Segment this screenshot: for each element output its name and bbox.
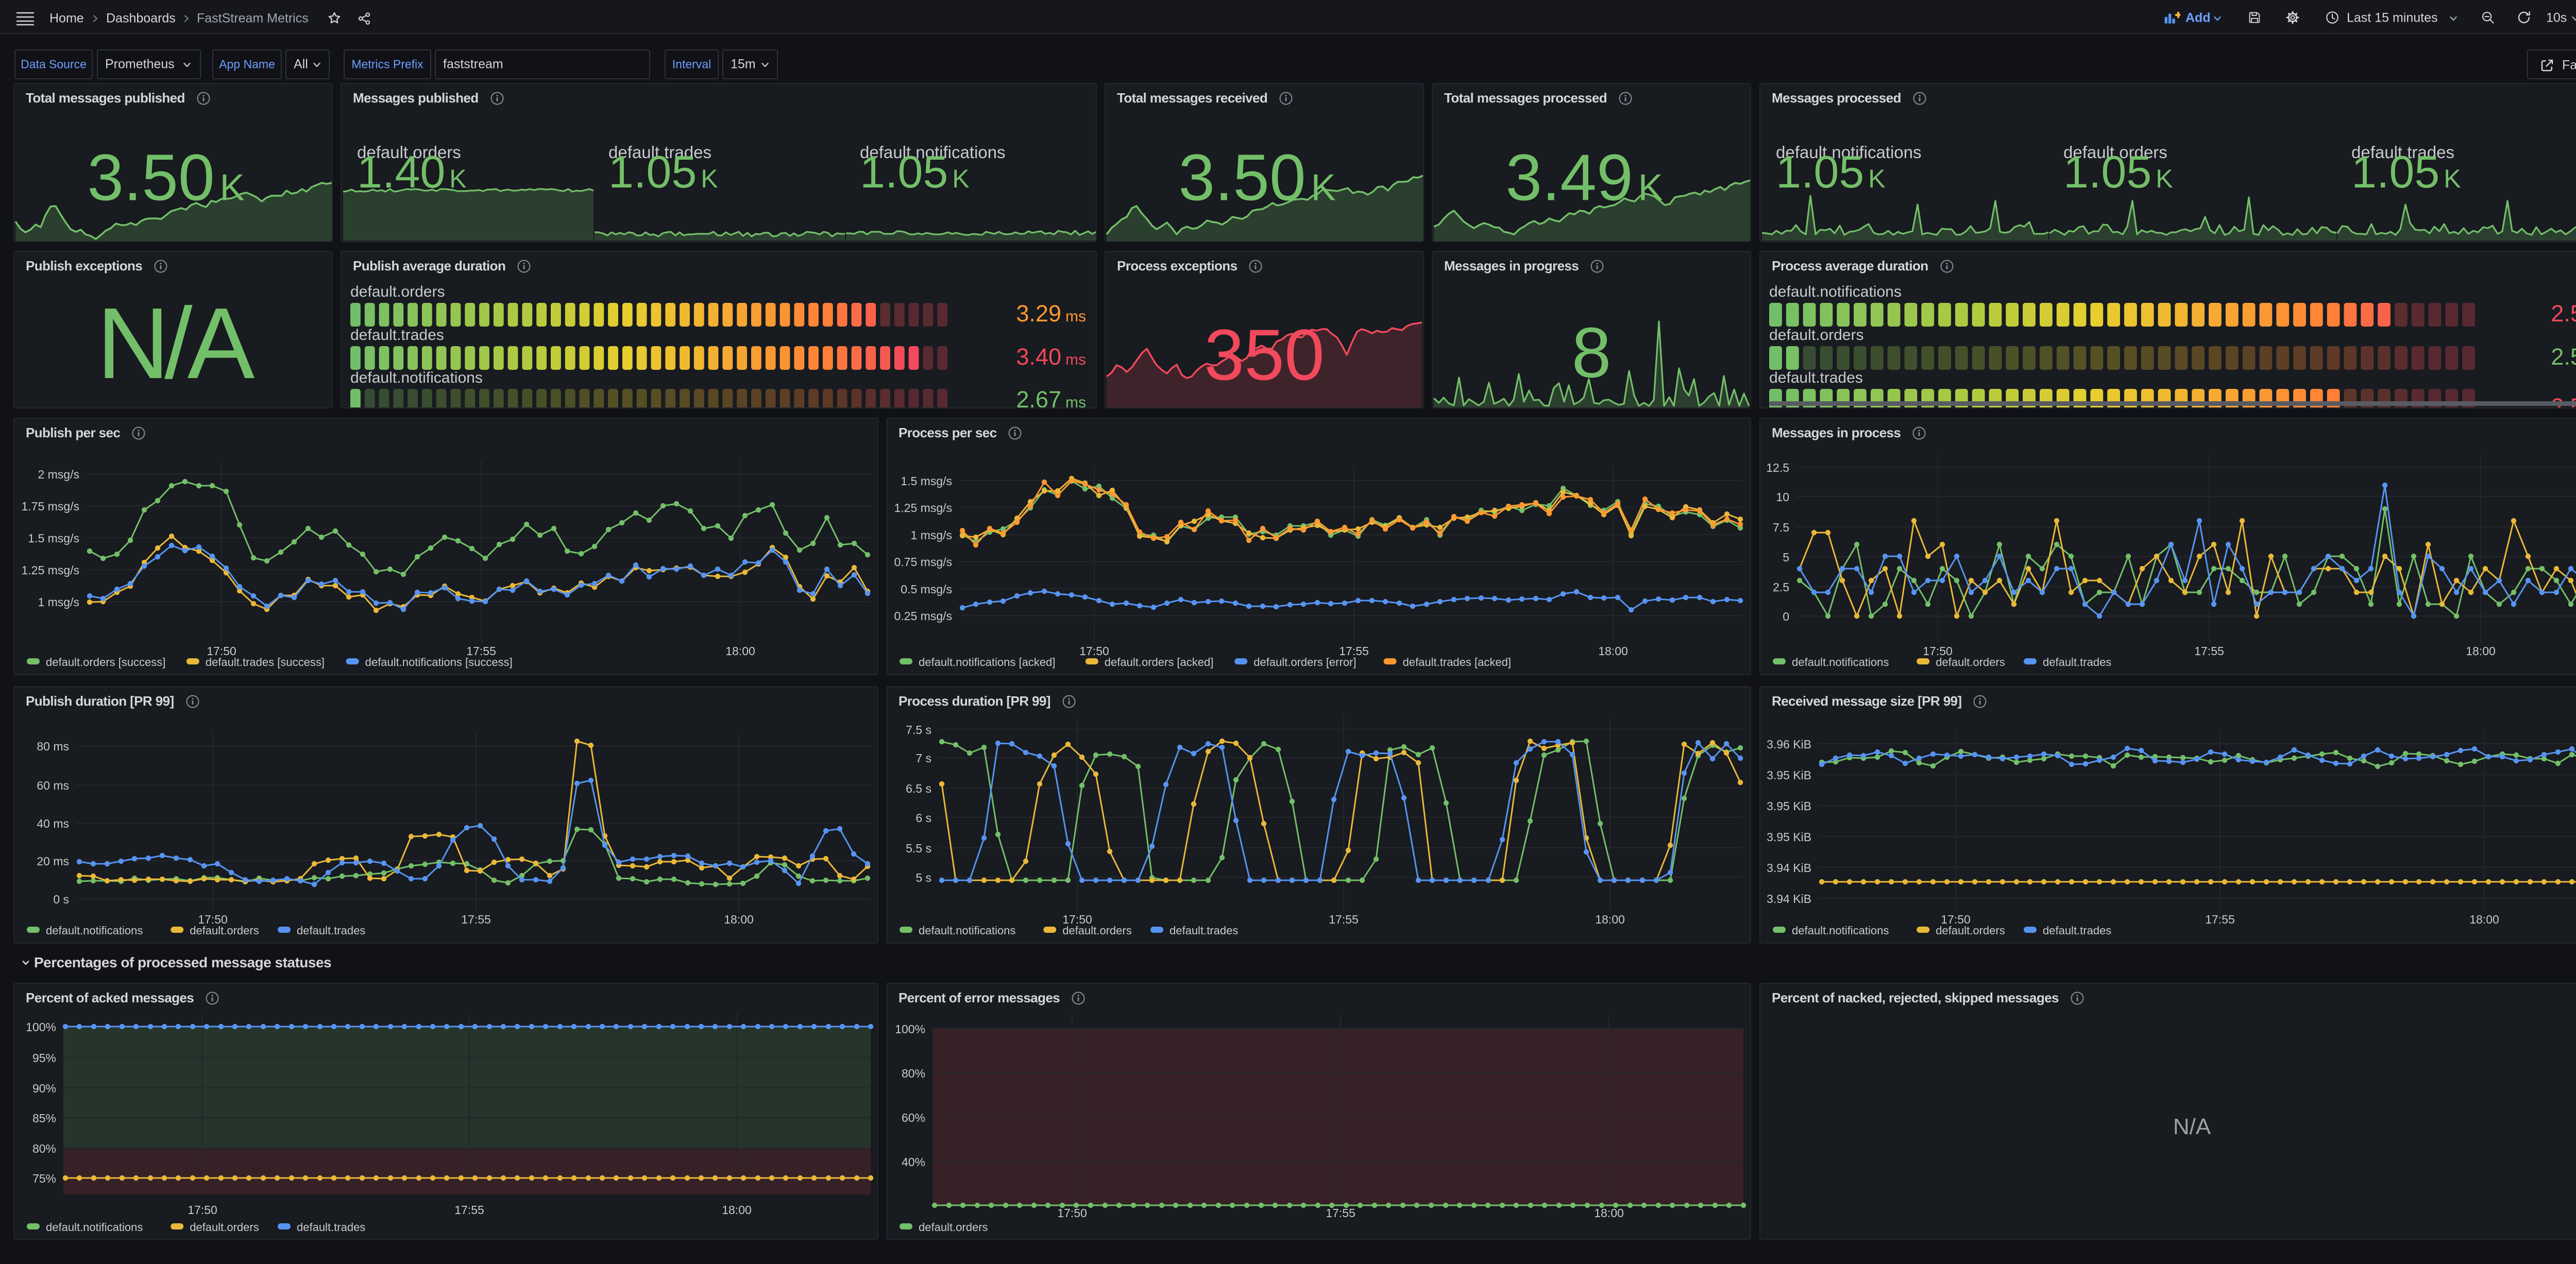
svg-text:80%: 80% [32,1142,56,1155]
svg-text:default.notifications: default.notifications [1792,656,1889,669]
svg-text:default.orders: default.orders [350,283,445,300]
svg-text:0 s: 0 s [53,893,69,906]
svg-text:60 ms: 60 ms [37,779,69,792]
svg-text:7.5: 7.5 [1773,521,1789,534]
svg-text:1.25 msg/s: 1.25 msg/s [894,501,953,515]
svg-text:default.trades [acked]: default.trades [acked] [1403,656,1511,669]
svg-text:18:00: 18:00 [2466,644,2496,658]
svg-text:2.67ms: 2.67 ms [1016,386,1086,407]
svg-text:85%: 85% [32,1112,56,1125]
svg-text:default.orders: default.orders [919,1221,988,1234]
svg-text:80 ms: 80 ms [37,740,69,753]
svg-text:17:55: 17:55 [2194,644,2224,658]
svg-text:60%: 60% [902,1111,925,1124]
svg-text:18:00: 18:00 [1595,913,1625,926]
svg-text:default.notifications: default.notifications [1769,283,1902,300]
svg-text:12.5: 12.5 [1766,461,1789,474]
svg-text:1.5 msg/s: 1.5 msg/s [28,532,79,545]
svg-text:20 ms: 20 ms [37,855,69,868]
svg-text:3.40ms: 3.40 ms [1016,344,1086,370]
svg-text:17:50: 17:50 [1057,1206,1087,1220]
svg-text:6.5 s: 6.5 s [906,782,931,795]
svg-text:3.94 KiB: 3.94 KiB [1767,861,1811,875]
svg-text:3.96 KiB: 3.96 KiB [1767,738,1811,751]
svg-text:95%: 95% [32,1051,56,1065]
svg-text:10: 10 [1776,490,1789,504]
svg-text:default.orders [success]: default.orders [success] [46,656,165,669]
svg-text:default.notifications: default.notifications [919,924,1015,937]
svg-text:1.75 msg/s: 1.75 msg/s [22,500,80,513]
svg-text:2.54s: 2.54s [2551,344,2576,370]
svg-text:17:55: 17:55 [461,913,491,926]
svg-text:18:00: 18:00 [724,913,754,926]
svg-text:default.orders [acked]: default.orders [acked] [1105,656,1214,669]
svg-text:18:00: 18:00 [725,644,755,658]
svg-text:3.95 KiB: 3.95 KiB [1767,830,1811,844]
svg-text:3.95 KiB: 3.95 KiB [1767,768,1811,782]
svg-text:default.notifications [success: default.notifications [success] [365,656,513,669]
svg-text:3.95 KiB: 3.95 KiB [1767,799,1811,813]
svg-text:7 s: 7 s [916,751,931,765]
svg-text:default.orders: default.orders [190,1221,259,1234]
svg-text:1.5 msg/s: 1.5 msg/s [901,474,952,488]
svg-text:0: 0 [1783,610,1789,623]
svg-text:75%: 75% [32,1172,56,1185]
svg-text:7.5 s: 7.5 s [906,723,931,737]
svg-text:40%: 40% [902,1155,925,1169]
svg-text:default.notifications: default.notifications [1792,924,1889,937]
svg-text:6 s: 6 s [916,811,931,825]
svg-text:0.75 msg/s: 0.75 msg/s [894,555,953,569]
svg-text:2.58s: 2.58s [2551,300,2576,327]
svg-text:default.notifications: default.notifications [350,369,483,386]
svg-text:18:00: 18:00 [1598,644,1628,658]
svg-text:18:00: 18:00 [2469,913,2499,926]
svg-text:17:50: 17:50 [188,1203,217,1217]
svg-text:default.trades: default.trades [350,327,444,344]
svg-text:0.25 msg/s: 0.25 msg/s [894,609,953,623]
svg-text:90%: 90% [32,1082,56,1095]
svg-text:default.orders [error]: default.orders [error] [1253,656,1356,669]
svg-text:1 msg/s: 1 msg/s [38,595,79,609]
svg-text:18:00: 18:00 [722,1203,752,1217]
svg-text:default.orders: default.orders [190,924,259,937]
svg-text:17:55: 17:55 [1329,913,1359,926]
svg-text:3.94 KiB: 3.94 KiB [1767,892,1811,906]
svg-text:17:55: 17:55 [454,1203,484,1217]
svg-text:18:00: 18:00 [1594,1206,1624,1220]
svg-text:default.orders: default.orders [1769,327,1863,344]
svg-text:default.trades: default.trades [297,924,365,937]
svg-text:default.trades: default.trades [1769,369,1863,386]
svg-text:17:55: 17:55 [1326,1206,1355,1220]
svg-text:40 ms: 40 ms [37,817,69,830]
svg-text:default.trades: default.trades [2043,656,2111,669]
svg-text:1 msg/s: 1 msg/s [910,528,952,542]
svg-text:default.orders: default.orders [1936,924,2005,937]
svg-text:5.5 s: 5.5 s [906,842,931,855]
svg-text:5 s: 5 s [916,871,931,884]
svg-text:0.5 msg/s: 0.5 msg/s [901,583,952,596]
svg-text:80%: 80% [902,1067,925,1080]
svg-text:100%: 100% [895,1022,925,1036]
svg-text:5: 5 [1783,551,1789,564]
svg-text:default.trades: default.trades [297,1221,365,1234]
svg-text:default.orders: default.orders [1936,656,2005,669]
svg-text:2.5: 2.5 [1773,580,1789,594]
svg-text:1.25 msg/s: 1.25 msg/s [22,563,80,577]
svg-text:2 msg/s: 2 msg/s [38,468,79,481]
svg-text:default.notifications: default.notifications [46,1221,143,1234]
svg-text:default.notifications [acked]: default.notifications [acked] [919,656,1055,669]
svg-text:default.trades [success]: default.trades [success] [206,656,325,669]
svg-text:default.notifications: default.notifications [46,924,143,937]
svg-text:default.orders: default.orders [1062,924,1132,937]
svg-text:default.trades: default.trades [2043,924,2111,937]
svg-text:3.29ms: 3.29 ms [1016,300,1086,327]
svg-text:100%: 100% [26,1020,56,1034]
svg-text:default.trades: default.trades [1170,924,1238,937]
svg-text:17:55: 17:55 [2205,913,2235,926]
